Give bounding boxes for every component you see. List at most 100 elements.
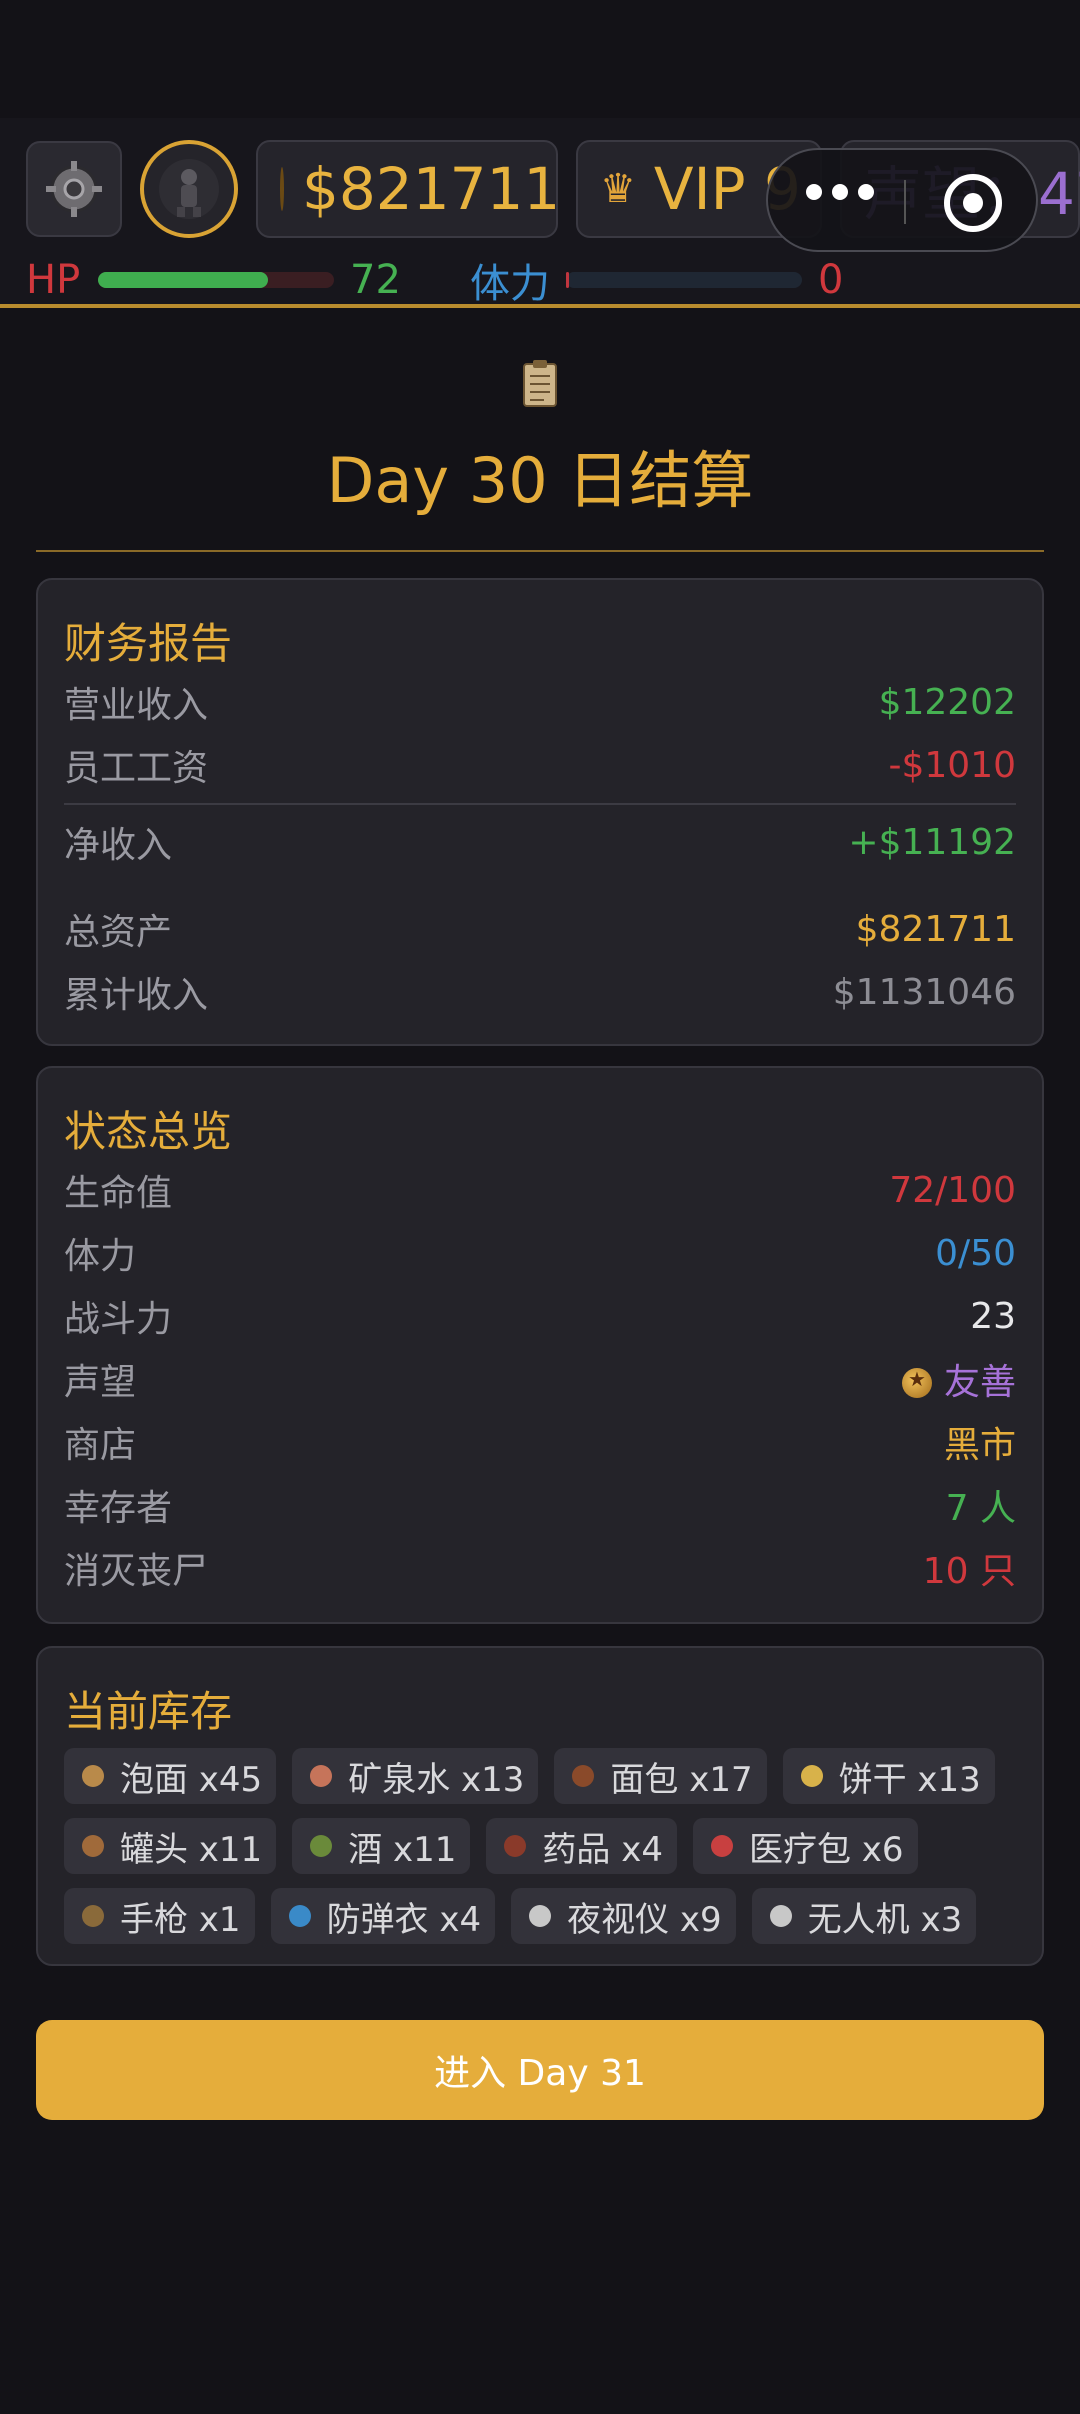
inventory-item[interactable]: 罐头 x11 — [64, 1818, 277, 1874]
pistol-icon — [82, 1905, 104, 1927]
hp-status-row: 生命值 72/100 — [64, 1162, 1016, 1218]
status-heading: 状态总览 — [64, 1107, 233, 1156]
inventory-item-label: 矿泉水 x13 — [348, 1759, 525, 1800]
inventory-item[interactable]: 防弹衣 x4 — [270, 1888, 496, 1944]
close-miniprogram-icon[interactable] — [944, 174, 1002, 232]
row-label: 累计收入 — [64, 975, 209, 1016]
hp-value: 72 — [350, 257, 401, 303]
finance-report-card: 财务报告 营业收入 $12202 员工工资 -$1010 净收入 +$11192… — [36, 578, 1044, 1046]
inventory-item[interactable]: 面包 x17 — [554, 1748, 767, 1804]
row-value: 7 人 — [945, 1488, 1016, 1529]
reputation-status-row: 声望 友善 — [64, 1351, 1016, 1407]
app-root: $821711 ♛ VIP 9 声望：47 HP 72 体力 — [0, 0, 1080, 2414]
next-day-button[interactable]: 进入 Day 31 — [36, 2020, 1044, 2120]
inventory-item-label: 罐头 x11 — [120, 1829, 263, 1870]
top-bar: $821711 ♛ VIP 9 声望：47 HP 72 体力 — [0, 118, 1080, 308]
drone-icon — [769, 1905, 792, 1927]
inventory-item-label: 泡面 x45 — [120, 1759, 263, 1800]
row-label: 幸存者 — [64, 1488, 173, 1529]
finance-heading: 财务报告 — [64, 619, 233, 668]
row-value: 0/50 — [935, 1232, 1016, 1274]
inventory-item[interactable]: 饼干 x13 — [782, 1748, 995, 1804]
inventory-heading: 当前库存 — [64, 1687, 233, 1736]
total-assets-row: 总资产 $821711 — [64, 901, 1016, 957]
inventory-item[interactable]: 矿泉水 x13 — [292, 1748, 539, 1804]
player-avatar[interactable] — [140, 140, 238, 238]
vitals-row: HP 72 体力 0 — [26, 256, 844, 307]
net-income-row: 净收入 +$11192 — [64, 814, 1016, 870]
page-title: Day 30 日结算 — [326, 444, 754, 517]
wine-icon — [310, 1835, 333, 1857]
row-label: 总资产 — [64, 912, 173, 953]
row-value: 10 只 — [922, 1551, 1016, 1592]
row-value: 23 — [970, 1295, 1016, 1337]
money-value: $821711 — [302, 155, 561, 223]
zombies-killed-row: 消灭丧尸 10 只 — [64, 1540, 1016, 1596]
inventory-item-label: 无人机 x3 — [807, 1899, 963, 1940]
inventory-item[interactable]: 泡面 x45 — [64, 1748, 277, 1804]
more-menu-icon[interactable] — [806, 184, 874, 200]
inventory-item-label: 防弹衣 x4 — [326, 1899, 482, 1940]
clipboard-icon — [523, 360, 557, 407]
coin-icon — [280, 167, 284, 211]
noodle-icon — [82, 1765, 104, 1787]
inventory-item[interactable]: 医疗包 x6 — [692, 1818, 918, 1874]
crown-icon: ♛ — [600, 166, 636, 212]
inventory-item[interactable]: 夜视仪 x9 — [511, 1888, 736, 1944]
row-value: $821711 — [855, 908, 1016, 950]
row-label: 体力 — [64, 1236, 137, 1277]
reputation-badge-icon — [901, 1367, 932, 1398]
inventory-item-label: 手枪 x1 — [120, 1899, 241, 1940]
row-value: +$11192 — [848, 821, 1016, 863]
status-overview-card: 状态总览 生命值 72/100 体力 0/50 战斗力 23 声望 友善 商店 … — [36, 1066, 1044, 1624]
money-display[interactable]: $821711 — [256, 140, 561, 238]
inventory-list: 泡面 x45 矿泉水 x13 面包 x17 饼干 x13 罐头 x11 酒 x11 药品 x… — [64, 1748, 1022, 1944]
row-value: $1131046 — [832, 971, 1016, 1013]
gear-icon — [46, 161, 102, 217]
inventory-item[interactable]: 酒 x11 — [292, 1818, 471, 1874]
row-value: $12202 — [878, 681, 1016, 723]
revenue-row: 营业收入 $12202 — [64, 674, 1016, 730]
biscuit-icon — [800, 1765, 823, 1787]
can-icon — [82, 1835, 104, 1857]
inventory-item-label: 夜视仪 x9 — [567, 1899, 722, 1940]
row-label: 营业收入 — [64, 685, 209, 726]
bread-icon — [572, 1765, 595, 1787]
combat-power-row: 战斗力 23 — [64, 1288, 1016, 1344]
row-label: 净收入 — [64, 825, 173, 866]
inventory-item[interactable]: 药品 x4 — [486, 1818, 677, 1874]
row-value: 72/100 — [889, 1169, 1016, 1211]
inventory-item-label: 医疗包 x6 — [748, 1829, 904, 1870]
settings-button[interactable] — [26, 141, 122, 237]
inventory-item-label: 饼干 x13 — [838, 1759, 981, 1800]
inventory-item-label: 药品 x4 — [542, 1829, 663, 1870]
nightvision-icon — [529, 1905, 552, 1927]
inventory-item-label: 面包 x17 — [610, 1759, 753, 1800]
stamina-bar-fill — [566, 272, 569, 288]
row-label: 消灭丧尸 — [64, 1551, 209, 1592]
stamina-bar — [566, 272, 802, 288]
row-value: 黑市 — [943, 1425, 1016, 1466]
stamina-value: 0 — [818, 257, 844, 303]
reputation-status-value: 友善 — [901, 1353, 1016, 1405]
stamina-status-row: 体力 0/50 — [64, 1225, 1016, 1281]
shop-row: 商店 黑市 — [64, 1414, 1016, 1470]
row-value: 友善 — [943, 1362, 1016, 1403]
title-divider — [36, 550, 1044, 552]
row-label: 商店 — [64, 1425, 137, 1466]
soldier-icon — [159, 159, 219, 219]
finance-divider — [64, 803, 1016, 805]
miniprogram-capsule — [766, 148, 1038, 252]
row-value: -$1010 — [888, 744, 1016, 786]
row-label: 声望 — [64, 1362, 137, 1403]
inventory-item[interactable]: 手枪 x1 — [64, 1888, 255, 1944]
row-label: 生命值 — [64, 1173, 173, 1214]
inventory-item[interactable]: 无人机 x3 — [751, 1888, 977, 1944]
row-label: 战斗力 — [64, 1299, 173, 1340]
survivors-row: 幸存者 7 人 — [64, 1477, 1016, 1533]
medicine-icon — [504, 1835, 527, 1857]
hp-bar — [98, 272, 334, 288]
row-label: 员工工资 — [64, 748, 209, 789]
hp-bar-fill — [98, 272, 268, 288]
water-icon — [310, 1765, 333, 1787]
